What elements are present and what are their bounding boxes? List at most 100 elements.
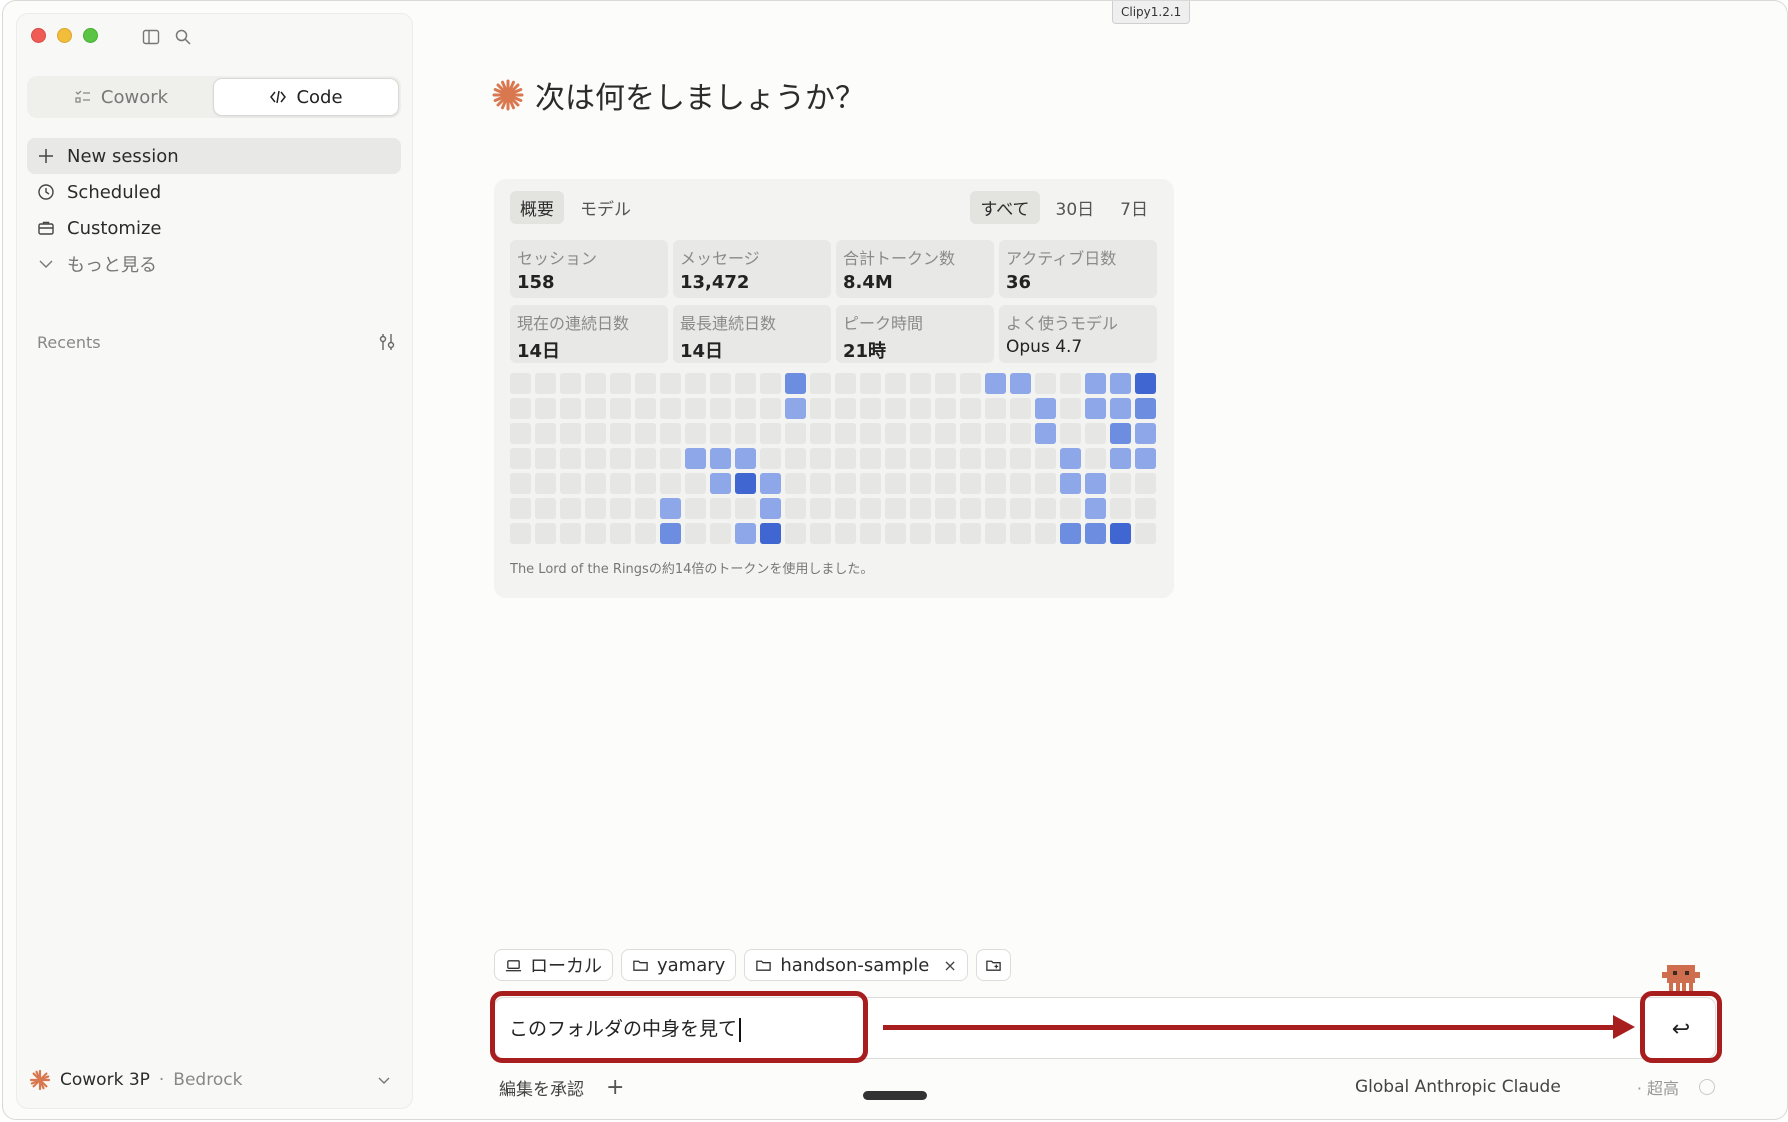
heatmap-cell bbox=[810, 398, 831, 419]
heatmap-cell bbox=[1135, 473, 1156, 494]
heatmap-cell bbox=[585, 423, 606, 444]
chip-remove-button[interactable]: × bbox=[943, 956, 956, 975]
heatmap-cell bbox=[1085, 398, 1106, 419]
stat-messages: メッセージ 13,472 bbox=[673, 240, 831, 298]
heatmap-cell bbox=[885, 373, 906, 394]
heatmap-cell bbox=[835, 423, 856, 444]
heatmap-cell bbox=[985, 473, 1006, 494]
scroll-indicator bbox=[863, 1091, 927, 1100]
heatmap-cell bbox=[1035, 473, 1056, 494]
heatmap-cell bbox=[535, 523, 556, 544]
heatmap-cell bbox=[935, 373, 956, 394]
heatmap-cell bbox=[885, 448, 906, 469]
heatmap-cell bbox=[1110, 373, 1131, 394]
heatmap-cell bbox=[1085, 523, 1106, 544]
heatmap-cell bbox=[710, 498, 731, 519]
model-selector[interactable]: Global Anthropic Claude bbox=[1355, 1077, 1561, 1097]
heatmap-footnote: The Lord of the Ringsの約14倍のトークンを使用しました。 bbox=[510, 562, 874, 577]
heatmap-cell bbox=[1110, 423, 1131, 444]
heatmap-cell bbox=[910, 473, 931, 494]
heatmap-cell bbox=[685, 498, 706, 519]
prompt-input[interactable]: このフォルダの中身を見て bbox=[509, 1014, 741, 1042]
heatmap-cell bbox=[735, 473, 756, 494]
stat-longest-streak: 最長連続日数 14日 bbox=[673, 305, 831, 363]
heatmap-cell bbox=[1060, 423, 1081, 444]
chip-folder-handson-sample[interactable]: handson-sample × bbox=[744, 949, 968, 981]
heatmap-cell bbox=[1010, 473, 1031, 494]
heatmap-cell bbox=[910, 398, 931, 419]
tab-model[interactable]: モデル bbox=[570, 191, 641, 224]
heatmap-cell bbox=[535, 423, 556, 444]
heatmap-cell bbox=[685, 448, 706, 469]
sidebar-item-scheduled[interactable]: Scheduled bbox=[27, 174, 401, 210]
heatmap-cell bbox=[560, 398, 581, 419]
heatmap-cell bbox=[760, 373, 781, 394]
account-switcher[interactable]: Cowork 3P · Bedrock bbox=[29, 1064, 399, 1096]
sidebar-top-icons bbox=[142, 28, 192, 46]
maximize-window-button[interactable] bbox=[83, 28, 98, 43]
chip-folder-yamary[interactable]: yamary bbox=[621, 949, 737, 981]
heatmap-cell bbox=[935, 398, 956, 419]
stat-favorite-model: よく使うモデル Opus 4.7 bbox=[999, 305, 1157, 363]
heatmap-cell bbox=[985, 523, 1006, 544]
range-all[interactable]: すべて bbox=[970, 191, 1040, 224]
heatmap-cell bbox=[585, 398, 606, 419]
chip-label: handson-sample bbox=[780, 954, 930, 976]
tab-code[interactable]: Code bbox=[213, 78, 399, 116]
close-window-button[interactable] bbox=[31, 28, 46, 43]
heatmap-cell bbox=[1085, 373, 1106, 394]
heatmap-cell bbox=[985, 398, 1006, 419]
sidebar-item-customize[interactable]: Customize bbox=[27, 210, 401, 246]
heatmap-cell bbox=[1060, 473, 1081, 494]
heatmap-cell bbox=[1010, 448, 1031, 469]
mascot-icon bbox=[1662, 965, 1700, 991]
heatmap-cell bbox=[885, 473, 906, 494]
add-attachment-button[interactable]: + bbox=[606, 1075, 624, 1100]
heatmap-cell bbox=[1060, 498, 1081, 519]
heatmap-cell bbox=[585, 448, 606, 469]
heatmap-cell bbox=[985, 448, 1006, 469]
search-icon[interactable] bbox=[174, 28, 192, 46]
heatmap-cell bbox=[960, 398, 981, 419]
chevron-down-icon bbox=[378, 1077, 390, 1084]
heatmap-cell bbox=[1035, 398, 1056, 419]
sidebar-item-more[interactable]: もっと見る bbox=[27, 246, 401, 282]
clipy-badge: Clipy1.2.1 bbox=[1112, 1, 1191, 24]
heatmap-cell bbox=[560, 423, 581, 444]
heatmap-cell bbox=[685, 423, 706, 444]
heatmap-cell bbox=[1035, 423, 1056, 444]
heatmap-cell bbox=[960, 523, 981, 544]
filter-settings-icon[interactable] bbox=[377, 332, 397, 352]
accept-edits-toggle[interactable]: 編集を承認 bbox=[499, 1075, 584, 1100]
tab-overview[interactable]: 概要 bbox=[510, 191, 564, 224]
heatmap-cell bbox=[710, 398, 731, 419]
range-30d[interactable]: 30日 bbox=[1046, 191, 1105, 224]
heatmap-cell bbox=[785, 373, 806, 394]
code-icon bbox=[270, 90, 287, 104]
folder-plus-icon bbox=[985, 960, 1001, 971]
heatmap-cell bbox=[960, 498, 981, 519]
heatmap-cell bbox=[785, 498, 806, 519]
add-folder-button[interactable] bbox=[975, 949, 1011, 981]
chip-label: yamary bbox=[657, 954, 726, 976]
sidebar-item-new-session[interactable]: New session bbox=[27, 138, 401, 174]
heatmap-cell bbox=[610, 473, 631, 494]
account-separator: · bbox=[158, 1070, 165, 1090]
heatmap-cell bbox=[1010, 423, 1031, 444]
stat-label: メッセージ bbox=[680, 249, 760, 268]
minimize-window-button[interactable] bbox=[57, 28, 72, 43]
heatmap-cell bbox=[510, 448, 531, 469]
heatmap-cell bbox=[810, 523, 831, 544]
range-7d[interactable]: 7日 bbox=[1110, 191, 1158, 224]
stat-value: 14日 bbox=[517, 341, 561, 362]
heatmap-cell bbox=[635, 523, 656, 544]
send-button[interactable]: ↩ bbox=[1663, 1014, 1699, 1044]
heatmap-cell bbox=[585, 498, 606, 519]
tab-cowork[interactable]: Cowork bbox=[29, 78, 213, 116]
sidebar-toggle-icon[interactable] bbox=[142, 28, 160, 46]
chip-local[interactable]: ローカル bbox=[494, 949, 613, 981]
stat-total-tokens: 合計トークン数 8.4M bbox=[836, 240, 994, 298]
heatmap-cell bbox=[785, 448, 806, 469]
effort-level[interactable]: · 超高 bbox=[1637, 1075, 1679, 1099]
account-provider: Bedrock bbox=[173, 1070, 243, 1090]
